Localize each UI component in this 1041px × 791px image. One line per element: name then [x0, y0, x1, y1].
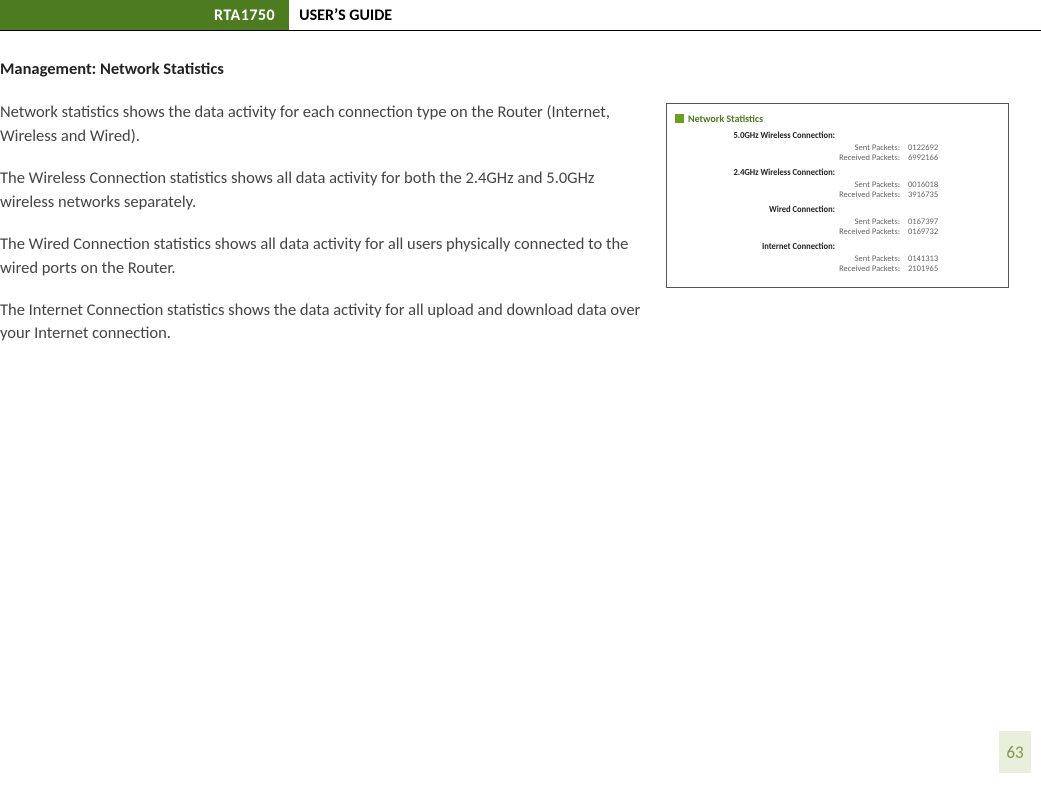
fig-group-internet: Internet Connection: Sent Packets: 01413…	[675, 242, 1000, 274]
fig-group-wired: Wired Connection: Sent Packets: 0167397 …	[675, 205, 1000, 237]
paragraph: The Internet Connection statistics shows…	[0, 299, 1010, 347]
paragraph: Network statistics shows the data activi…	[0, 101, 660, 149]
fig-conn-name: Internet Connection:	[675, 242, 843, 254]
fig-recv-label: Received Packets:	[675, 190, 908, 200]
section-heading: Management: Network Statistics	[0, 59, 1017, 79]
page-content: Management: Network Statistics Network S…	[0, 31, 1041, 346]
fig-conn-name: Wired Connection:	[675, 205, 843, 217]
figure-title: Network Statistics	[688, 112, 763, 125]
header-model: RTA1750	[200, 0, 289, 30]
fig-sent-val: 0122692	[908, 143, 938, 153]
fig-sent-val: 0141313	[908, 254, 938, 264]
header-title: USER’S GUIDE	[289, 0, 392, 30]
fig-sent-label: Sent Packets:	[675, 217, 908, 227]
paragraph: The Wired Connection statistics shows al…	[0, 233, 660, 281]
fig-group-5ghz: 5.0GHz Wireless Connection: Sent Packets…	[675, 131, 1000, 163]
fig-recv-label: Received Packets:	[675, 227, 908, 237]
fig-recv-val: 2101965	[908, 264, 938, 274]
fig-recv-val: 3916735	[908, 190, 938, 200]
header-bar: RTA1750 USER’S GUIDE	[0, 0, 1041, 31]
fig-sent-label: Sent Packets:	[675, 180, 908, 190]
fig-group-24ghz: 2.4GHz Wireless Connection: Sent Packets…	[675, 168, 1000, 200]
fig-recv-val: 6992166	[908, 153, 938, 163]
figure-title-row: Network Statistics	[675, 112, 1000, 125]
network-statistics-figure: Network Statistics 5.0GHz Wireless Conne…	[666, 103, 1009, 288]
fig-sent-label: Sent Packets:	[675, 143, 908, 153]
paragraph: The Wireless Connection statistics shows…	[0, 167, 660, 215]
fig-recv-label: Received Packets:	[675, 264, 908, 274]
fig-conn-name: 5.0GHz Wireless Connection:	[675, 131, 843, 143]
square-bullet-icon	[675, 114, 684, 123]
fig-sent-label: Sent Packets:	[675, 254, 908, 264]
header-accent-strip	[0, 0, 200, 30]
fig-sent-val: 0016018	[908, 180, 938, 190]
fig-recv-label: Received Packets:	[675, 153, 908, 163]
fig-conn-name: 2.4GHz Wireless Connection:	[675, 168, 843, 180]
fig-sent-val: 0167397	[908, 217, 938, 227]
fig-recv-val: 0169732	[908, 227, 938, 237]
page-number: 63	[999, 731, 1031, 773]
